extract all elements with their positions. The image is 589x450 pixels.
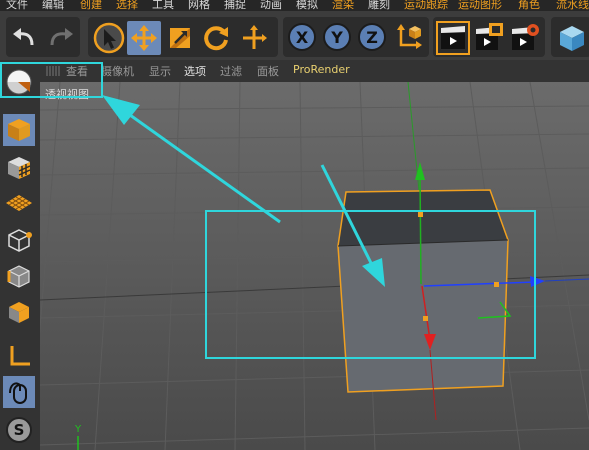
viewport-menu-panel[interactable]: 面板	[257, 63, 279, 79]
viewport-menu-cameras[interactable]: 摄像机	[101, 63, 134, 79]
snap-circle: S	[6, 417, 32, 443]
clapperboard-icon	[441, 26, 465, 49]
menu-tools[interactable]: 工具	[152, 0, 174, 11]
render-picture-viewer-button[interactable]	[472, 21, 506, 55]
axis-x-circle: X	[288, 23, 316, 51]
menu-bar: 文件 编辑 创建 选择 工具 网格 捕捉 动画 模拟 渲染 雕刻 运动跟踪 运动…	[0, 0, 589, 11]
polygons-mode-button[interactable]	[3, 296, 35, 328]
redo-icon	[50, 28, 73, 46]
edges-mode-button[interactable]	[3, 260, 35, 292]
model-cube-icon	[8, 119, 30, 141]
world-axis-y-label: Y	[75, 424, 82, 435]
cube-icon	[560, 26, 584, 51]
render-view-button[interactable]	[436, 21, 470, 55]
coordinate-system-button[interactable]	[393, 21, 425, 53]
menu-mograph[interactable]: 运动图形	[458, 0, 502, 11]
menu-select[interactable]: 选择	[116, 0, 138, 11]
move-arrows-icon	[131, 25, 157, 51]
menu-simulate[interactable]: 模拟	[296, 0, 318, 11]
grid-plane-icon	[6, 195, 32, 211]
viewport-menu-filter[interactable]: 过滤	[220, 63, 242, 79]
menu-pipeline[interactable]: 流水线	[556, 0, 589, 11]
viewport-menu-display[interactable]: 显示	[149, 63, 171, 79]
checker-cube-icon	[8, 157, 31, 179]
mouse-icon	[9, 382, 27, 404]
texture-mode-button[interactable]	[3, 152, 35, 184]
menu-create[interactable]: 创建	[80, 0, 102, 11]
menu-sculpt[interactable]: 雕刻	[368, 0, 390, 11]
polygons-cube-icon	[9, 302, 29, 323]
snap-button[interactable]: S	[3, 414, 35, 446]
selection-tool-button[interactable]	[92, 21, 126, 55]
menu-character[interactable]: 角色	[518, 0, 540, 11]
axis-mode-button[interactable]	[3, 340, 35, 372]
viewport-menu-prorender[interactable]: ProRender	[293, 63, 350, 76]
menu-snap[interactable]: 捕捉	[224, 0, 246, 11]
tweak-mode-button[interactable]	[3, 376, 35, 408]
main-toolbar: X Y Z	[0, 11, 589, 61]
left-tool-palette: S	[0, 60, 41, 450]
axis-y-toggle[interactable]: Y	[321, 21, 353, 53]
render-viewer-icon	[476, 23, 503, 50]
move-tool-button[interactable]	[127, 21, 161, 55]
highlight-box-view-menu	[0, 62, 103, 98]
axis-z-label: Z	[366, 27, 378, 47]
viewport-menu-options[interactable]: 选项	[184, 63, 206, 79]
menu-file[interactable]: 文件	[6, 0, 28, 11]
axis-z-circle: Z	[358, 23, 386, 51]
menu-motion-tracker[interactable]: 运动跟踪	[404, 0, 448, 11]
undo-button[interactable]	[10, 23, 40, 53]
axis-y-label: Y	[331, 27, 343, 47]
menu-animate[interactable]: 动画	[260, 0, 282, 11]
plus-move-icon	[243, 25, 267, 49]
redo-button[interactable]	[46, 23, 76, 53]
points-mode-button[interactable]	[3, 224, 35, 256]
render-settings-icon	[512, 24, 539, 50]
edges-cube-icon	[7, 265, 30, 288]
viewport-menu-bar: 查看 摄像机 显示 选项 过滤 面板 ProRender	[40, 60, 589, 82]
model-mode-button[interactable]	[3, 114, 35, 146]
scale-icon	[170, 28, 190, 48]
scale-tool-button[interactable]	[163, 21, 197, 55]
workplane-mode-button[interactable]	[3, 188, 35, 220]
rotate-tool-button[interactable]	[199, 21, 233, 55]
coordinate-system-icon	[397, 24, 422, 49]
arrow-cursor-icon	[93, 22, 125, 54]
render-settings-button[interactable]	[508, 21, 542, 55]
axis-icon	[10, 346, 30, 366]
undo-icon	[13, 28, 34, 46]
menu-mesh[interactable]: 网格	[188, 0, 210, 11]
axis-y-circle: Y	[323, 23, 351, 51]
live-selection-button[interactable]	[237, 21, 271, 55]
highlight-box-cube	[205, 210, 536, 359]
axis-x-toggle[interactable]: X	[286, 21, 318, 53]
cube-primitive-button[interactable]	[555, 21, 589, 55]
axis-x-label: X	[295, 27, 309, 47]
menu-edit[interactable]: 编辑	[42, 0, 64, 11]
points-cube-icon	[8, 229, 32, 252]
menu-render[interactable]: 渲染	[332, 0, 354, 11]
snap-label: S	[13, 421, 25, 439]
axis-z-toggle[interactable]: Z	[356, 21, 388, 53]
rotate-icon	[204, 26, 228, 51]
